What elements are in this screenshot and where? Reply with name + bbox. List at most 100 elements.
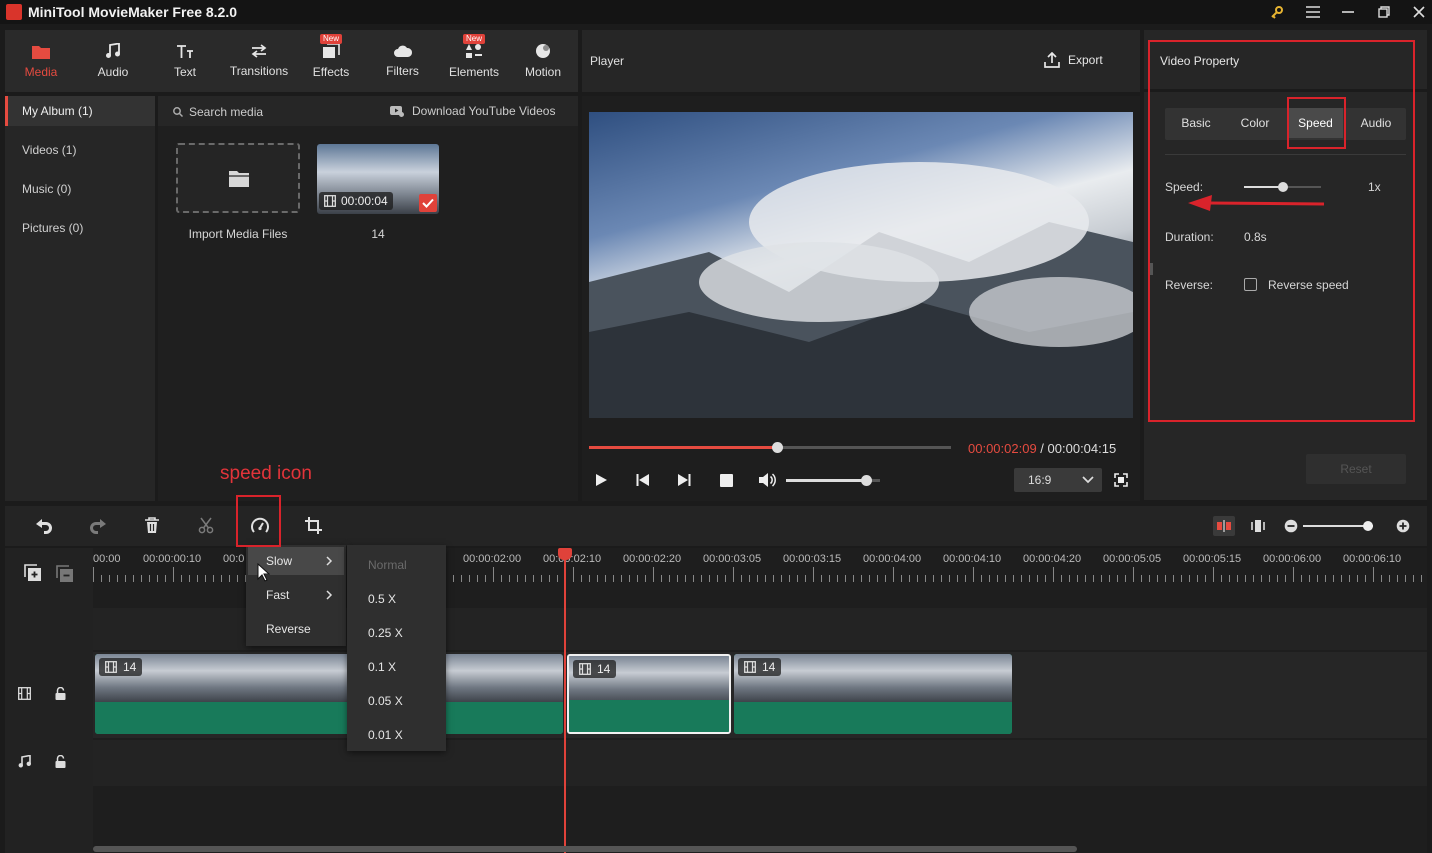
split-scissors-icon[interactable] (198, 517, 214, 534)
tool-audio[interactable]: Audio (77, 30, 149, 92)
search-row: Search media Download YouTube Videos (158, 96, 578, 126)
submenu-item-0-1x[interactable]: 0.1 X (368, 660, 396, 674)
new-badge: New (319, 34, 342, 44)
film-icon (105, 661, 117, 673)
volume-handle[interactable] (860, 475, 872, 486)
export-icon (1044, 52, 1060, 68)
minimize-icon[interactable] (1337, 2, 1359, 22)
menu-icon[interactable] (1302, 2, 1324, 22)
maximize-icon[interactable] (1373, 2, 1395, 22)
import-media-label: Import Media Files (188, 227, 288, 241)
total-time: 00:00:04:15 (1047, 441, 1117, 456)
snap-toggle[interactable] (1213, 516, 1235, 536)
playhead[interactable] (564, 548, 566, 853)
zoom-in-icon[interactable] (1396, 519, 1410, 533)
mountain-scene-icon (589, 162, 1133, 418)
playback-progress-fill (589, 446, 778, 449)
film-icon (744, 661, 756, 673)
media-thumbnail[interactable]: 00:00:04 (317, 144, 439, 214)
tool-media[interactable]: Media (5, 30, 77, 92)
download-youtube-link[interactable]: Download YouTube Videos (412, 104, 555, 118)
crop-icon[interactable] (305, 517, 322, 534)
video-clip[interactable]: 14 (734, 654, 1012, 734)
delete-icon[interactable] (144, 517, 160, 534)
video-clip-selected[interactable]: 14 (567, 654, 731, 734)
chevron-down-icon (1082, 476, 1094, 484)
add-track-icon[interactable] (24, 564, 42, 582)
sidebar-item-my-album[interactable]: My Album (1) (5, 96, 155, 126)
play-icon[interactable] (594, 473, 608, 487)
export-button[interactable]: Export (1044, 52, 1103, 68)
tool-text[interactable]: Text (149, 30, 221, 92)
fullscreen-icon[interactable] (1114, 473, 1128, 487)
clip-thumbnails (95, 654, 563, 702)
media-item-name: 14 (371, 227, 385, 241)
clip-badge: 14 (573, 660, 617, 678)
submenu-item-0-01x[interactable]: 0.01 X (368, 728, 403, 742)
annotation-box-speed-icon (236, 495, 281, 547)
tick-label: 00:00:05:05 (1103, 553, 1162, 565)
sidebar-item-pictures[interactable]: Pictures (0) (5, 213, 155, 243)
tool-motion[interactable]: Motion (508, 30, 578, 92)
previous-frame-icon[interactable] (636, 473, 650, 487)
tool-elements[interactable]: New Elements (440, 30, 508, 92)
tick-label: 00:0 (223, 553, 245, 565)
stop-icon[interactable] (720, 474, 733, 487)
tool-effects[interactable]: New Effects (297, 30, 365, 92)
playback-progress-track[interactable] (589, 442, 951, 453)
tick-label: 00:00:06:10 (1343, 553, 1402, 565)
reset-button[interactable]: Reset (1306, 454, 1406, 484)
menu-item-reverse[interactable]: Reverse (266, 622, 311, 636)
redo-icon[interactable] (89, 518, 107, 534)
zoom-out-icon[interactable] (1284, 519, 1298, 533)
export-label: Export (1068, 53, 1103, 67)
playhead-handle[interactable] (558, 548, 572, 560)
audio-track-lock-icon[interactable] (55, 755, 66, 768)
sidebar-item-music[interactable]: Music (0) (5, 174, 155, 204)
zoom-slider[interactable] (1303, 521, 1373, 531)
key-icon[interactable] (1266, 2, 1288, 22)
player-title: Player (590, 54, 625, 68)
close-icon[interactable] (1408, 2, 1430, 22)
fit-timeline-icon[interactable] (1251, 518, 1265, 534)
chevron-right-icon (326, 590, 333, 600)
search-icon (173, 107, 183, 117)
clip-audio-waveform (569, 700, 729, 732)
volume-slider[interactable] (786, 475, 880, 486)
film-icon (579, 663, 591, 675)
import-media-button[interactable] (176, 143, 300, 213)
library-toolbar: Media Audio Text Transitions New Effects… (5, 30, 578, 92)
aspect-ratio-select[interactable]: 16:9 (1014, 468, 1102, 492)
tick-label: 00:00:05:15 (1183, 553, 1242, 565)
library-sidebar: My Album (1) Videos (1) Music (0) Pictur… (5, 96, 155, 501)
next-frame-icon[interactable] (677, 473, 691, 487)
volume-icon[interactable] (758, 472, 776, 488)
timeline-scrollbar[interactable] (93, 846, 1077, 852)
undo-icon[interactable] (35, 518, 53, 534)
zoom-slider-handle[interactable] (1363, 521, 1373, 531)
new-badge: New (462, 34, 485, 44)
tool-filters[interactable]: Filters (365, 30, 440, 92)
folder-icon (229, 171, 249, 187)
search-input[interactable]: Search media (189, 105, 263, 119)
tick-label: 00:00:02:00 (463, 553, 522, 565)
menu-item-fast[interactable]: Fast (266, 588, 289, 602)
clip-audio-waveform (95, 702, 563, 734)
video-clip[interactable]: 14 (95, 654, 563, 734)
app-logo-icon (6, 4, 22, 20)
tool-label: Filters (386, 64, 419, 78)
time-separator: / (1036, 441, 1048, 456)
tick-label: 00:00:04:10 (943, 553, 1002, 565)
submenu-item-0-25x[interactable]: 0.25 X (368, 626, 403, 640)
submenu-item-0-05x[interactable]: 0.05 X (368, 694, 403, 708)
tool-transitions[interactable]: Transitions (221, 30, 297, 92)
player-header: Player Export (582, 30, 1140, 92)
tool-label: Motion (524, 65, 562, 79)
tool-label: Media (24, 64, 58, 79)
video-track-lock-icon[interactable] (55, 687, 66, 700)
tick-label: 00:00:04:00 (863, 553, 922, 565)
remove-track-icon[interactable] (56, 565, 74, 583)
submenu-item-0-5x[interactable]: 0.5 X (368, 592, 396, 606)
effects-icon (323, 43, 340, 58)
sidebar-item-videos[interactable]: Videos (1) (5, 135, 155, 165)
